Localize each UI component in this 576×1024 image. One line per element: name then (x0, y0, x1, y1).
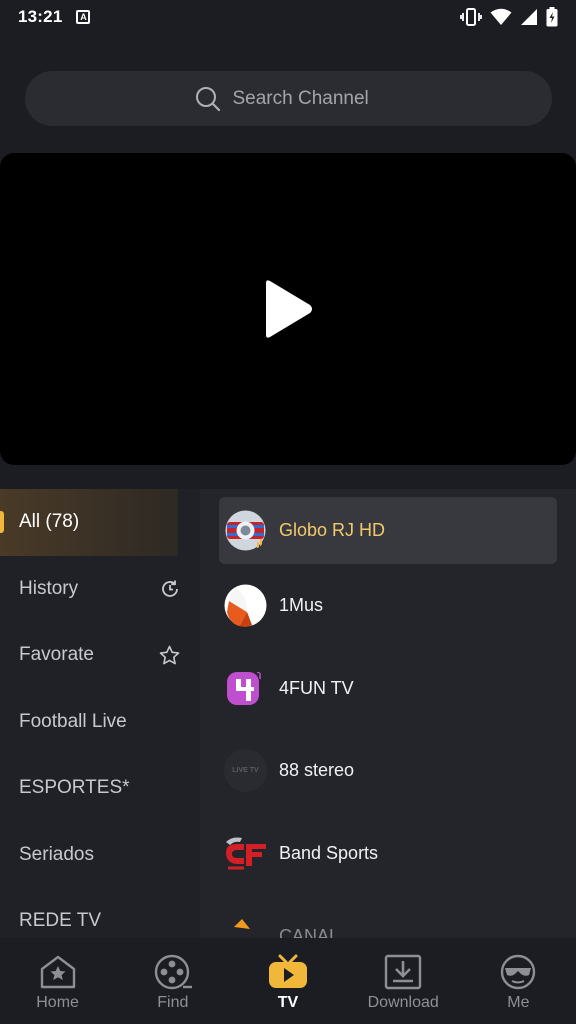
sunglasses-face-icon (501, 954, 536, 990)
channel-item-4fun[interactable]: T 4FUN TV (200, 647, 576, 730)
status-time: 13:21 (18, 7, 63, 26)
88stereo-logo: LIVE TV (224, 749, 267, 793)
category-item-favorate[interactable]: Favorate (0, 622, 200, 689)
channel-name: Globo RJ HD (279, 520, 386, 540)
category-item-rede-tv[interactable]: REDE TV (0, 888, 200, 938)
band-sports-logo (224, 832, 267, 875)
nav-label: Download (367, 994, 439, 1011)
channel-item-globo[interactable]: Globo RJ HD (219, 497, 557, 564)
channel-item-1mus[interactable]: 1Mus (200, 564, 576, 647)
film-reel-icon (154, 954, 192, 990)
channel-item-partial[interactable]: CANAL... (200, 895, 576, 938)
svg-text:T: T (257, 671, 263, 682)
category-label: REDE TV (19, 910, 102, 932)
channel-name: 88 stereo (279, 760, 355, 781)
download-icon (385, 954, 422, 990)
category-item-football-live[interactable]: Football Live (0, 689, 200, 756)
notification-icon: A (76, 10, 91, 24)
category-item-history[interactable]: History (0, 556, 200, 623)
play-icon[interactable] (262, 279, 314, 339)
bottom-nav: Home Find TV Download Me (0, 938, 576, 1024)
globo-logo (224, 509, 267, 552)
vibrate-icon (460, 8, 482, 26)
channel-name: Band Sports (279, 842, 379, 863)
search-icon (195, 86, 220, 111)
star-icon (159, 645, 180, 665)
category-item-all[interactable]: All (78) (0, 489, 178, 556)
channel-list: Globo RJ HD 1Mus T 4FUN TV LIVE TV 88 st… (200, 489, 576, 938)
4fun-logo: T (224, 667, 267, 710)
category-list: All (78) History Favorate Football Live … (0, 489, 200, 938)
history-icon (162, 580, 178, 597)
search-input[interactable] (232, 87, 383, 110)
tv-icon (269, 954, 307, 988)
category-item-esportes[interactable]: ESPORTES* (0, 755, 200, 822)
nav-find[interactable]: Find (115, 938, 230, 1024)
channel-item-88-stereo[interactable]: LIVE TV 88 stereo (200, 729, 576, 812)
nav-tv[interactable]: TV (230, 938, 345, 1024)
channel-name: 4FUN TV (279, 677, 354, 698)
partial-logo (224, 915, 267, 938)
wifi-icon (490, 8, 512, 25)
live-tv-placeholder: LIVE TV (232, 767, 259, 775)
nav-label: Me (507, 994, 530, 1011)
category-label: All (78) (19, 511, 80, 533)
channel-name: CANAL... (279, 925, 355, 938)
status-bar: 13:21 A (0, 0, 576, 34)
channel-item-band-sports[interactable]: Band Sports (200, 812, 576, 895)
nav-download[interactable]: Download (346, 938, 461, 1024)
category-label: Seriados (19, 843, 94, 865)
category-label: ESPORTES* (19, 777, 130, 799)
home-icon (40, 955, 75, 989)
nav-label: Home (36, 994, 79, 1011)
nav-home[interactable]: Home (0, 938, 115, 1024)
category-label: Football Live (19, 710, 127, 732)
nav-label: Find (157, 994, 189, 1011)
category-label: History (19, 577, 79, 599)
nav-label: TV (277, 994, 299, 1011)
channel-name: 1Mus (279, 594, 324, 615)
battery-icon (546, 7, 558, 27)
category-item-seriados[interactable]: Seriados (0, 822, 200, 889)
search-bar[interactable] (25, 71, 552, 126)
category-label: Favorate (19, 644, 94, 666)
signal-icon (521, 9, 537, 25)
1mus-logo (224, 584, 267, 627)
video-player[interactable] (0, 153, 576, 465)
nav-me[interactable]: Me (461, 938, 576, 1024)
